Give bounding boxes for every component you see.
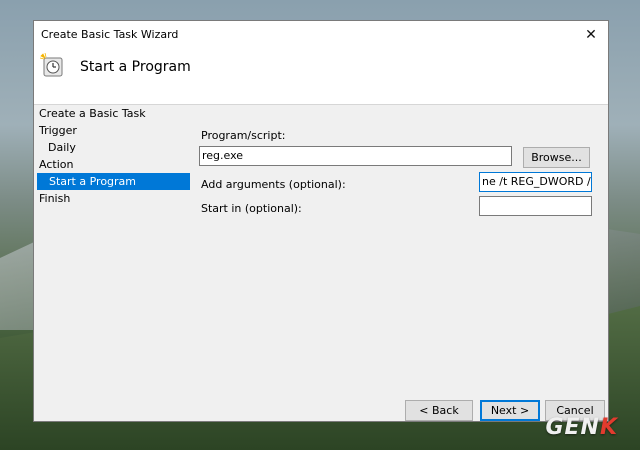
close-icon: ✕ [585,27,597,43]
back-button[interactable]: < Back [405,400,473,421]
scheduled-task-icon [40,53,63,77]
wizard-dialog: Create Basic Task Wizard ✕ Start a Progr… [33,20,609,422]
sidebar-item-create-basic-task: Create a Basic Task [39,107,146,120]
add-arguments-input[interactable]: ne /t REG_DWORD /d 0 /f [479,172,592,192]
browse-button[interactable]: Browse... [523,147,590,168]
program-script-input[interactable]: reg.exe [199,146,512,166]
brand-suffix: K [599,415,618,440]
sidebar-item-daily: Daily [48,141,76,154]
sidebar-item-trigger: Trigger [39,124,77,137]
sidebar-item-action: Action [39,158,74,171]
brand-prefix: GEN [545,415,600,440]
close-button[interactable]: ✕ [574,21,608,49]
wizard-steps-sidebar: Create a Basic Task Trigger Daily Action… [34,105,190,207]
add-arguments-label: Add arguments (optional): [201,178,346,191]
brand-logo: GENK [545,415,618,440]
window-title: Create Basic Task Wizard [41,28,179,41]
start-in-label: Start in (optional): [201,202,302,215]
sidebar-item-start-a-program: Start a Program [37,173,190,190]
program-script-label: Program/script: [201,129,286,142]
page-title: Start a Program [80,59,191,75]
title-bar[interactable]: Create Basic Task Wizard ✕ [34,21,608,49]
next-button[interactable]: Next > [480,400,540,421]
wizard-header: Start a Program [34,49,608,105]
start-in-input[interactable] [479,196,592,216]
sidebar-item-finish: Finish [39,192,71,205]
